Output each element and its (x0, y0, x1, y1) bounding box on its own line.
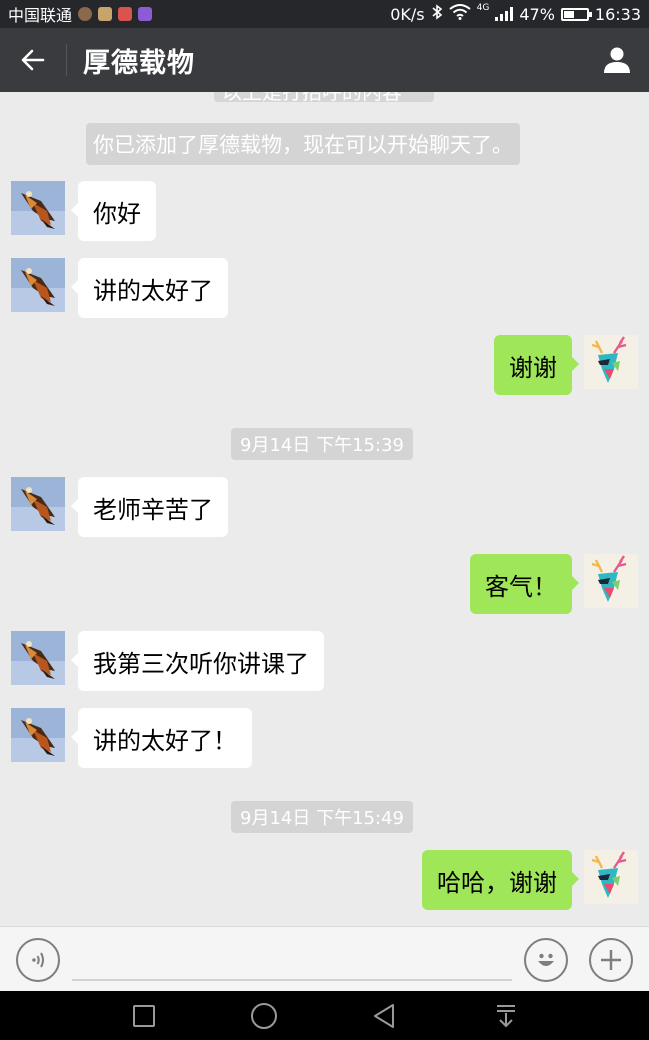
back-arrow-icon (21, 49, 45, 71)
pull-down-icon (497, 1005, 515, 1028)
carrier-label: 中国联通 (8, 6, 73, 25)
message-bubble-outgoing[interactable]: 哈哈，谢谢 (422, 850, 579, 910)
timestamp: 9月14日 下午15:39 (231, 428, 413, 460)
emoji-icon (538, 953, 554, 966)
my-avatar[interactable] (584, 850, 638, 904)
circle-icon (251, 1003, 277, 1029)
net-speed: 0K/s (390, 4, 425, 24)
my-avatar[interactable] (584, 554, 638, 608)
contact-avatar[interactable] (11, 258, 65, 312)
my-avatar[interactable] (584, 335, 638, 389)
battery-icon (560, 7, 592, 21)
input-underline (72, 979, 512, 981)
app-notification-icon (138, 7, 153, 21)
message-bubble-incoming[interactable]: 我第三次听你讲课了 (71, 631, 324, 691)
contact-avatar[interactable] (11, 181, 65, 235)
person-icon (604, 47, 630, 73)
message-bubble-outgoing[interactable]: 客气！ (470, 554, 579, 614)
square-icon (133, 1005, 155, 1027)
timestamp: 9月14日 下午15:49 (231, 801, 413, 833)
chat-header: 厚德载物 (0, 28, 649, 92)
clock: 16:33 (594, 4, 641, 24)
page-title: 厚德载物 (83, 47, 195, 79)
app-notification-icon (118, 7, 133, 21)
recents-button[interactable] (129, 1001, 159, 1031)
wifi-icon (449, 4, 471, 24)
signal-icon (495, 7, 514, 21)
status-bar: 中国联通 0K/s 4G 47% 16:33 (0, 0, 649, 28)
back-button[interactable] (0, 28, 66, 92)
contact-avatar[interactable] (11, 708, 65, 762)
chat-info-button[interactable] (585, 28, 649, 92)
message-bubble-incoming[interactable]: 你好 (71, 181, 156, 241)
message-bubble-incoming[interactable]: 讲的太好了 (71, 258, 228, 318)
contact-avatar[interactable] (11, 631, 65, 685)
message-list[interactable]: 以上是打招呼的内容 你已添加了厚德载物，现在可以开始聊天了。 你好 讲的太好了 … (0, 92, 649, 926)
contact-avatar[interactable] (11, 477, 65, 531)
message-input[interactable] (72, 939, 512, 977)
system-nav-bar (0, 991, 649, 1040)
system-notice-cut: 以上是打招呼的内容 (214, 92, 434, 102)
message-bubble-outgoing[interactable]: 谢谢 (494, 335, 579, 395)
back-nav-button[interactable] (369, 1001, 399, 1031)
message-bubble-incoming[interactable]: 讲的太好了！ (71, 708, 252, 768)
app-notification-icon (98, 7, 113, 21)
input-bar (0, 926, 649, 991)
voice-button[interactable] (16, 938, 60, 982)
bluetooth-icon (431, 4, 443, 24)
triangle-back-icon (374, 1004, 394, 1028)
message-bubble-incoming[interactable]: 老师辛苦了 (71, 477, 228, 537)
home-button[interactable] (249, 1001, 279, 1031)
system-notice: 你已添加了厚德载物，现在可以开始聊天了。 (86, 123, 520, 165)
more-button[interactable] (589, 938, 633, 982)
voice-icon (32, 952, 44, 968)
network-type: 4G (476, 3, 490, 13)
notification-pull-button[interactable] (491, 1001, 521, 1031)
plus-icon (601, 950, 621, 970)
emoji-button[interactable] (524, 938, 568, 982)
app-notification-icon (78, 7, 93, 21)
battery-percent: 47% (519, 4, 555, 24)
